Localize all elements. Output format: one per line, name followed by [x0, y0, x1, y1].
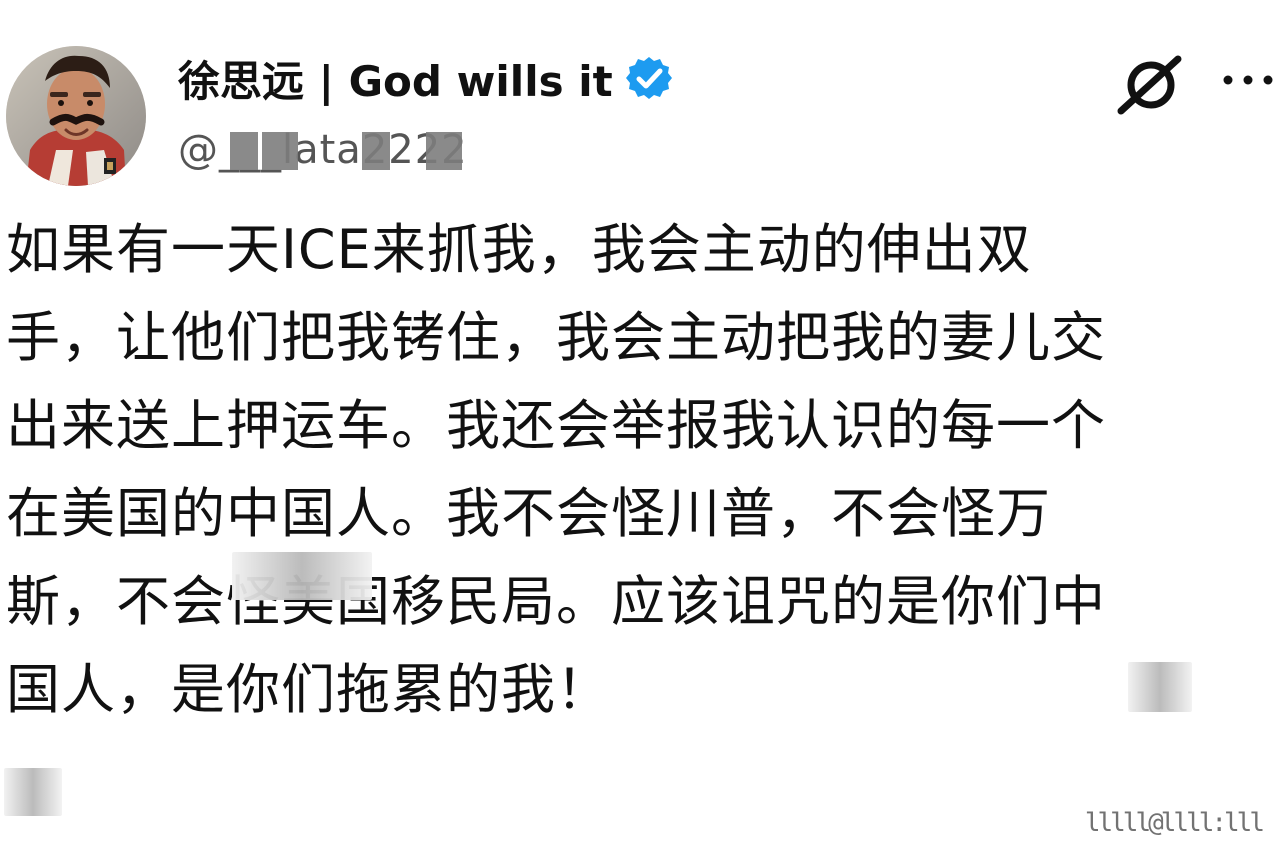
- post-text-line: 如果有一天ICE来抓我，我会主动的伸出双: [6, 218, 1032, 281]
- post-card: 徐思远 | God wills it @___lata2222 如果有一天ICE…: [0, 0, 1280, 846]
- post-body: 如果有一天ICE来抓我，我会主动的伸出双 手，让他们把我铐住，我会主动把我的妻儿…: [0, 206, 1270, 734]
- avatar[interactable]: [6, 46, 146, 186]
- privacy-mask: [426, 132, 462, 170]
- user-handle[interactable]: @___lata2222: [178, 127, 468, 173]
- post-text-line: 出来送上押运车。我还会举报我认识的每一个: [6, 394, 1106, 457]
- privacy-mask: [232, 552, 372, 600]
- post-text-line: 斯，不会怪美国移民局。应该诅咒的是你们中: [6, 570, 1106, 633]
- privacy-mask: [1128, 662, 1192, 712]
- display-name-row: 徐思远 | God wills it: [178, 44, 1078, 112]
- grok-icon[interactable]: [1116, 54, 1186, 116]
- privacy-mask: [230, 132, 258, 170]
- post-text-line: 在美国的中国人。我不会怪川普，不会怪万: [6, 482, 1051, 545]
- post-text-line: 手，让他们把我铐住，我会主动把我的妻儿交: [6, 306, 1106, 369]
- privacy-mask: [262, 132, 298, 170]
- post-text-line: 国人，是你们拖累的我！: [6, 658, 611, 721]
- display-name[interactable]: 徐思远 | God wills it: [178, 48, 613, 109]
- privacy-mask: [4, 768, 62, 816]
- verified-badge-icon: [625, 57, 672, 99]
- more-options-icon[interactable]: [1220, 68, 1276, 92]
- handle-row: @___lata2222: [178, 118, 1078, 182]
- post-header: 徐思远 | God wills it @___lata2222: [178, 44, 1078, 204]
- privacy-mask: [362, 132, 390, 170]
- profile-photo-icon: [6, 46, 146, 186]
- watermark: lllll@llll:lll: [1084, 808, 1265, 838]
